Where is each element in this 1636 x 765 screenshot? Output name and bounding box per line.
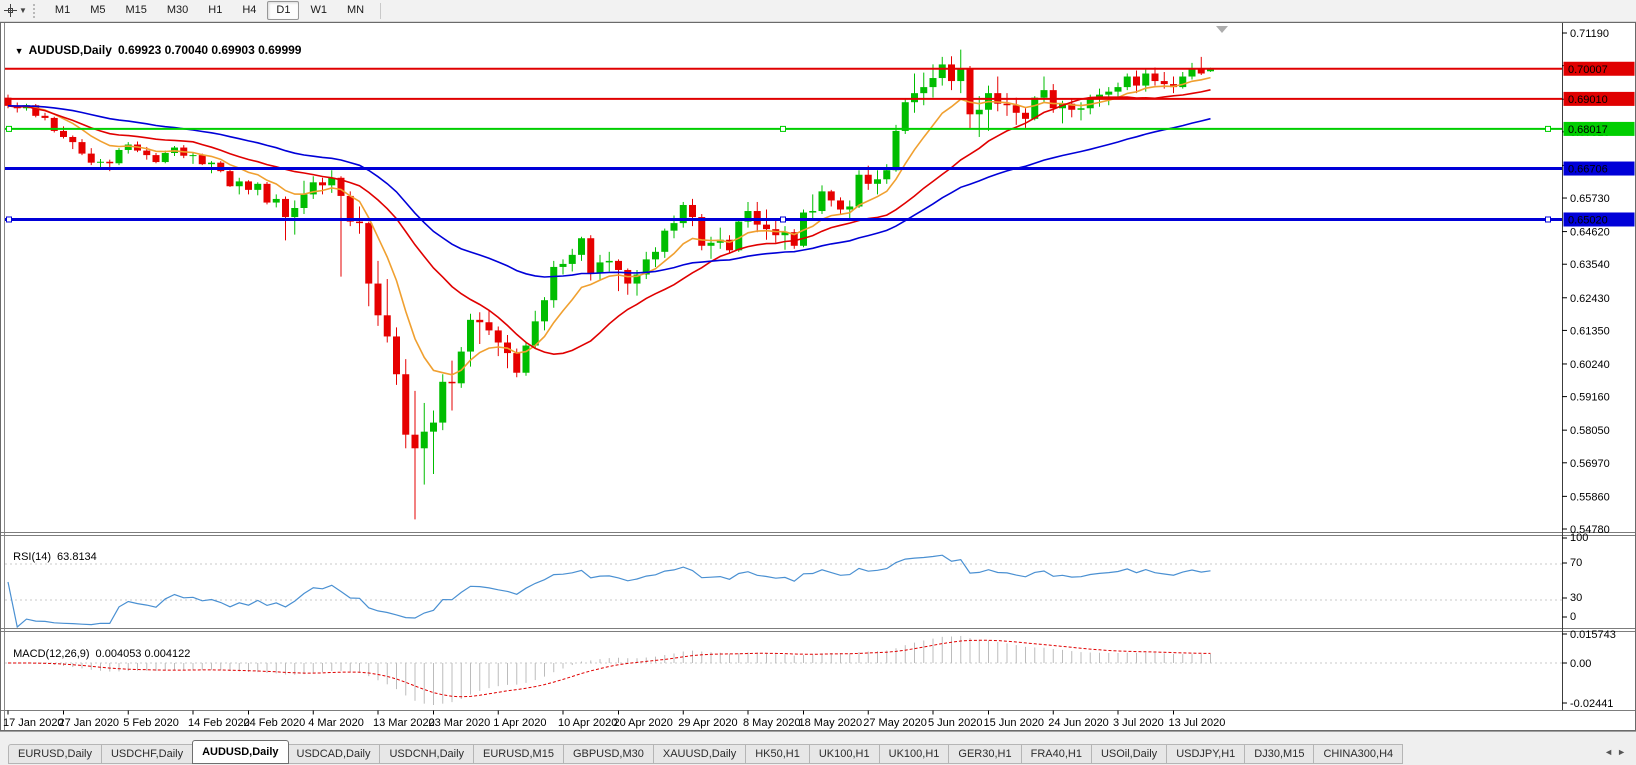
tab-uk100-h1[interactable]: UK100,H1 — [810, 744, 880, 764]
svg-text:5 Feb 2020: 5 Feb 2020 — [123, 717, 179, 729]
chart-canvas[interactable]: 0.711900.701100.690000.679200.668100.657… — [0, 0, 1636, 765]
chart-title: ▼ AUDUSD,Daily 0.69923 0.70040 0.69903 0.6… — [8, 29, 301, 57]
chart-menu-caret-icon[interactable]: ▼ — [15, 46, 24, 56]
tab-usoil-daily[interactable]: USOil,Daily — [1092, 744, 1167, 764]
toolbar: ▼ M1M5M15M30H1H4D1W1MN — [0, 0, 1636, 22]
svg-text:8 May 2020: 8 May 2020 — [743, 717, 800, 729]
macd-label: MACD(12,26,9) 0.004053 0.004122 — [7, 636, 190, 660]
tab-usdcad-daily[interactable]: USDCAD,Daily — [288, 744, 381, 764]
crosshair-tool-icon[interactable] — [2, 3, 18, 19]
svg-text:-0.02441: -0.02441 — [1570, 698, 1613, 710]
tab-xauusd-daily[interactable]: XAUUSD,Daily — [654, 744, 746, 764]
tab-usdjpy-h1[interactable]: USDJPY,H1 — [1167, 744, 1245, 764]
svg-text:0.60240: 0.60240 — [1570, 359, 1610, 371]
svg-text:0.00: 0.00 — [1570, 658, 1591, 670]
svg-text:0.65020: 0.65020 — [1568, 214, 1608, 226]
toolbar-separator — [380, 3, 381, 19]
macd-name: MACD(12,26,9) — [13, 648, 89, 660]
svg-text:24 Jun 2020: 24 Jun 2020 — [1048, 717, 1109, 729]
tab-dj30-m15[interactable]: DJ30,M15 — [1245, 744, 1314, 764]
svg-text:30: 30 — [1570, 592, 1582, 604]
svg-text:29 Apr 2020: 29 Apr 2020 — [678, 717, 737, 729]
timeframe-button-d1[interactable]: D1 — [267, 1, 299, 20]
rsi-label: RSI(14) 63.8134 — [7, 539, 97, 563]
tab-uk100-h1[interactable]: UK100,H1 — [880, 744, 950, 764]
tab-audusd-daily[interactable]: AUDUSD,Daily — [192, 740, 288, 764]
toolbar-grip[interactable] — [33, 4, 39, 18]
timeframe-button-m5[interactable]: M5 — [81, 1, 114, 20]
svg-text:0.56970: 0.56970 — [1570, 458, 1610, 470]
tab-ger30-h1[interactable]: GER30,H1 — [949, 744, 1021, 764]
svg-text:0.55860: 0.55860 — [1570, 491, 1610, 503]
svg-text:1 Apr 2020: 1 Apr 2020 — [493, 717, 546, 729]
svg-text:0.64620: 0.64620 — [1570, 227, 1610, 239]
svg-text:15 Jun 2020: 15 Jun 2020 — [984, 717, 1045, 729]
svg-text:0.61350: 0.61350 — [1570, 325, 1610, 337]
timeframe-button-m30[interactable]: M30 — [158, 1, 197, 20]
svg-text:23 Mar 2020: 23 Mar 2020 — [429, 717, 491, 729]
hline-handle[interactable] — [1546, 126, 1551, 131]
timeframe-button-w1[interactable]: W1 — [301, 1, 336, 20]
svg-text:0.71190: 0.71190 — [1570, 28, 1609, 40]
tab-usdcnh-daily[interactable]: USDCNH,Daily — [380, 744, 474, 764]
svg-text:100: 100 — [1570, 532, 1588, 544]
tabs-scroll-left-icon[interactable]: ◄ — [1604, 747, 1617, 757]
svg-text:0.58050: 0.58050 — [1570, 425, 1610, 437]
tab-hk50-h1[interactable]: HK50,H1 — [746, 744, 810, 764]
rsi-name: RSI(14) — [13, 551, 51, 563]
tab-eurusd-daily[interactable]: EURUSD,Daily — [8, 744, 102, 764]
tabs-scroll-right-icon[interactable]: ► — [1617, 747, 1630, 757]
timeframe-button-mn[interactable]: MN — [338, 1, 373, 20]
tab-usdchf-daily[interactable]: USDCHF,Daily — [102, 744, 193, 764]
tab-eurusd-m15[interactable]: EURUSD,M15 — [474, 744, 564, 764]
svg-text:0.65730: 0.65730 — [1570, 193, 1610, 205]
chart-tabs: EURUSD,DailyUSDCHF,DailyAUDUSD,DailyUSDC… — [8, 740, 1403, 764]
hline-handle[interactable] — [781, 217, 786, 222]
chart-tab-bar: EURUSD,DailyUSDCHF,DailyAUDUSD,DailyUSDC… — [0, 731, 1636, 765]
svg-text:3 Jul 2020: 3 Jul 2020 — [1113, 717, 1164, 729]
svg-text:27 May 2020: 27 May 2020 — [863, 717, 927, 729]
timeframe-button-m15[interactable]: M15 — [116, 1, 155, 20]
timeframe-button-m1[interactable]: M1 — [46, 1, 79, 20]
svg-text:13 Jul 2020: 13 Jul 2020 — [1169, 717, 1226, 729]
svg-text:0.68017: 0.68017 — [1568, 124, 1608, 136]
rsi-value: 63.8134 — [57, 551, 97, 563]
chart-ohlc: 0.69923 0.70040 0.69903 0.69999 — [118, 43, 302, 57]
svg-text:70: 70 — [1570, 557, 1582, 569]
svg-text:20 Apr 2020: 20 Apr 2020 — [614, 717, 673, 729]
svg-text:0.66706: 0.66706 — [1568, 164, 1608, 176]
tab-scroll-arrows: ◄► — [1604, 747, 1630, 757]
macd-values: 0.004053 0.004122 — [96, 648, 191, 660]
svg-text:4 Mar 2020: 4 Mar 2020 — [308, 717, 364, 729]
tab-gbpusd-m30[interactable]: GBPUSD,M30 — [564, 744, 654, 764]
timeframe-buttons: M1M5M15M30H1H4D1W1MN — [45, 1, 374, 20]
svg-text:0.69010: 0.69010 — [1568, 94, 1608, 106]
hline-handle[interactable] — [1546, 217, 1551, 222]
svg-text:14 Feb 2020: 14 Feb 2020 — [188, 717, 250, 729]
svg-text:0.59160: 0.59160 — [1570, 392, 1610, 404]
hline-handle[interactable] — [781, 126, 786, 131]
chart-symbol: AUDUSD,Daily — [29, 43, 112, 57]
hline-handle[interactable] — [7, 126, 12, 131]
svg-text:0.63540: 0.63540 — [1570, 259, 1610, 271]
timeframe-button-h4[interactable]: H4 — [233, 1, 265, 20]
svg-text:10 Apr 2020: 10 Apr 2020 — [558, 717, 617, 729]
svg-text:0.62430: 0.62430 — [1570, 293, 1610, 305]
tab-china300-h4[interactable]: CHINA300,H4 — [1314, 744, 1403, 764]
svg-text:0.70007: 0.70007 — [1568, 64, 1608, 76]
tool-dropdown-caret-icon[interactable]: ▼ — [19, 6, 27, 15]
svg-text:0: 0 — [1570, 611, 1576, 623]
svg-text:5 Jun 2020: 5 Jun 2020 — [928, 717, 982, 729]
svg-text:0.015743: 0.015743 — [1570, 629, 1616, 641]
timeframe-button-h1[interactable]: H1 — [199, 1, 231, 20]
svg-text:18 May 2020: 18 May 2020 — [799, 717, 863, 729]
svg-text:17 Jan 2020: 17 Jan 2020 — [3, 717, 64, 729]
svg-text:13 Mar 2020: 13 Mar 2020 — [373, 717, 435, 729]
hline-handle[interactable] — [7, 217, 12, 222]
tab-fra40-h1[interactable]: FRA40,H1 — [1022, 744, 1092, 764]
svg-text:27 Jan 2020: 27 Jan 2020 — [59, 717, 120, 729]
svg-text:24 Feb 2020: 24 Feb 2020 — [244, 717, 306, 729]
